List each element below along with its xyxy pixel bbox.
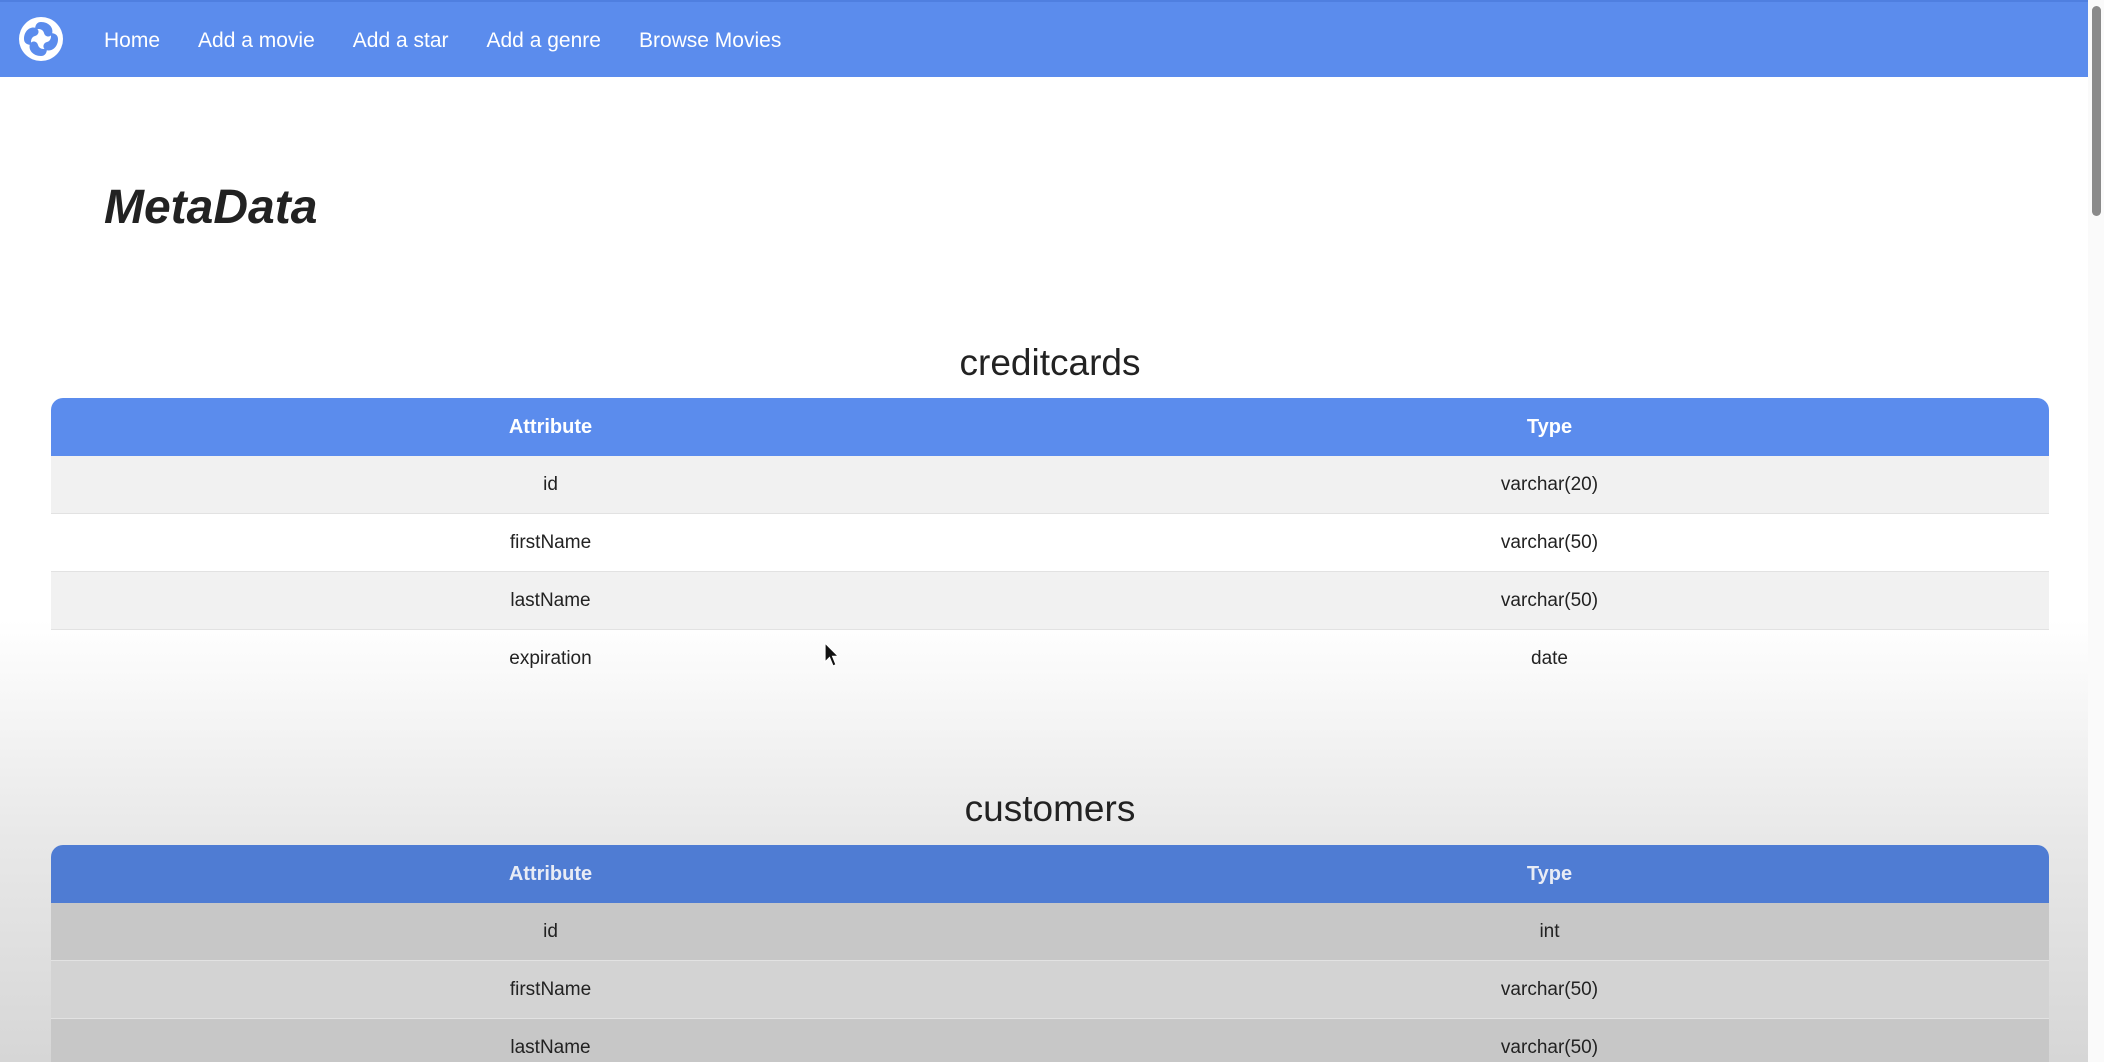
table-row: id varchar(20) (51, 456, 2049, 514)
attribute-cell: id (51, 903, 1050, 961)
type-cell: varchar(50) (1050, 1018, 2049, 1062)
attribute-cell: lastName (51, 1018, 1050, 1062)
table-header-row: Attribute Type (51, 845, 2049, 903)
page: Home Add a movie Add a star Add a genre … (0, 0, 2104, 1062)
nav-link-add-genre[interactable]: Add a genre (487, 29, 601, 53)
table-row: id int (51, 903, 2049, 961)
table-row: expiration date (51, 630, 2049, 688)
nav-links: Home Add a movie Add a star Add a genre … (104, 2, 819, 79)
type-cell: date (1531, 647, 1568, 669)
type-cell: varchar(20) (1050, 456, 2049, 514)
type-cell: int (1050, 903, 2049, 961)
attribute-cell: id (51, 456, 1050, 514)
table-row: lastName varchar(50) (51, 571, 2049, 630)
nav-link-browse-movies[interactable]: Browse Movies (639, 29, 781, 53)
creditcards-table: Attribute Type id varchar(20) firstName … (51, 398, 2049, 687)
nav-link-home[interactable]: Home (104, 29, 160, 53)
nav-link-add-movie[interactable]: Add a movie (198, 29, 315, 53)
customers-table: Attribute Type id int firstName varchar(… (51, 845, 2049, 1062)
table-title-customers: customers (964, 788, 1136, 829)
table-row: lastName varchar(50) (51, 1018, 2049, 1062)
table-header-row: Attribute Type (51, 398, 2049, 456)
vertical-scrollbar[interactable] (2088, 0, 2104, 1062)
type-cell: varchar(50) (1050, 571, 2049, 630)
pinwheel-logo-icon[interactable] (18, 16, 64, 62)
type-cell: varchar(50) (1050, 513, 2049, 572)
top-navbar: Home Add a movie Add a star Add a genre … (0, 0, 2088, 77)
table-row: firstName varchar(50) (51, 960, 2049, 1019)
page-title: MetaData (104, 181, 318, 234)
type-cell: varchar(50) (1050, 960, 2049, 1019)
table-row: firstName varchar(50) (51, 513, 2049, 572)
mouse-pointer-icon (824, 642, 840, 667)
scrollbar-thumb[interactable] (2092, 6, 2101, 216)
attribute-column-header: Attribute (51, 845, 1050, 903)
attribute-cell: lastName (51, 571, 1050, 630)
attribute-column-header: Attribute (51, 398, 1050, 456)
type-column-header: Type (1050, 845, 2049, 903)
type-column-header: Type (1050, 398, 2049, 456)
attribute-cell: firstName (51, 513, 1050, 572)
attribute-cell: expiration (509, 647, 592, 669)
attribute-cell: firstName (51, 960, 1050, 1019)
nav-link-add-star[interactable]: Add a star (353, 29, 449, 53)
table-title-creditcards: creditcards (959, 342, 1141, 383)
